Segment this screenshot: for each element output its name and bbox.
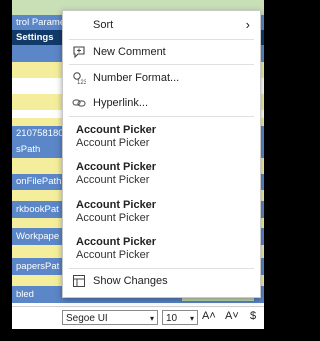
font-name-value: Segoe UI (66, 313, 108, 324)
menu-item-account-picker[interactable]: Account Picker Account Picker (63, 122, 260, 152)
menu-item-show-changes[interactable]: Show Changes (63, 271, 260, 291)
font-size-value: 10 (166, 313, 178, 324)
menu-item-number-format[interactable]: 123 Number Format... (63, 68, 260, 88)
svg-text:123: 123 (77, 80, 86, 85)
number-format-icon: 123 (72, 71, 88, 86)
picker-subtitle: Account Picker (76, 174, 150, 186)
chevron-down-icon: ▾ (189, 314, 194, 323)
chevron-down-icon: ▾ (149, 314, 154, 323)
menu-item-label: Show Changes (93, 275, 168, 287)
picker-subtitle: Account Picker (76, 212, 150, 224)
menu-item-label: Hyperlink... (93, 97, 149, 109)
menu-item-account-picker[interactable]: Account Picker Account Picker (63, 197, 260, 227)
picker-title: Account Picker (76, 236, 157, 248)
picker-title: Account Picker (76, 161, 157, 173)
decrease-font-size-button[interactable]: A˅ (225, 310, 239, 322)
menu-item-account-picker[interactable]: Account Picker Account Picker (63, 159, 260, 189)
font-toolbar: Segoe UI ▾ 10 ▾ A˄ A˅ $ (12, 306, 264, 329)
chevron-right-icon: › (245, 17, 250, 32)
comment-icon (72, 45, 86, 59)
picker-title: Account Picker (76, 199, 157, 211)
font-size-select[interactable]: 10 ▾ (162, 310, 198, 325)
font-name-select[interactable]: Segoe UI ▾ (62, 310, 158, 325)
show-changes-icon (72, 274, 86, 288)
picker-title: Account Picker (76, 124, 157, 136)
menu-item-hyperlink[interactable]: Hyperlink... (63, 93, 260, 113)
link-icon (72, 96, 86, 110)
menu-item-label: Sort (93, 19, 114, 31)
menu-divider (69, 39, 254, 40)
menu-item-account-picker[interactable]: Account Picker Account Picker (63, 234, 260, 264)
menu-item-new-comment[interactable]: New Comment (63, 42, 260, 62)
menu-item-label: New Comment (93, 46, 166, 58)
menu-divider (69, 268, 254, 269)
currency-format-button[interactable]: $ (250, 310, 256, 322)
picker-subtitle: Account Picker (76, 137, 150, 149)
picker-subtitle: Account Picker (76, 249, 150, 261)
menu-divider (69, 64, 254, 65)
menu-divider (69, 116, 254, 117)
increase-font-size-button[interactable]: A˄ (202, 310, 216, 322)
menu-item-label: Number Format... (93, 72, 180, 84)
context-menu: Sort › New Comment 123 Number Format... … (62, 10, 261, 298)
menu-item-sort[interactable]: Sort › (63, 15, 260, 35)
